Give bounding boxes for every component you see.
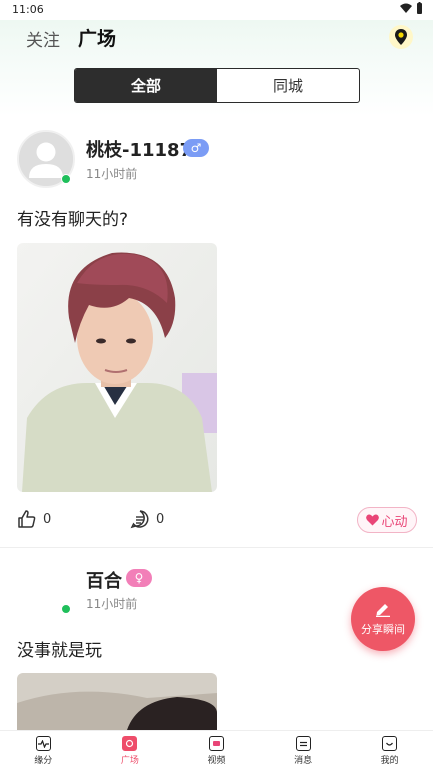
- portrait-photo: [17, 243, 217, 492]
- segment-all[interactable]: 全部: [75, 69, 217, 102]
- share-moment-label: 分享瞬间: [361, 623, 405, 636]
- share-moment-button[interactable]: 分享瞬间: [351, 587, 415, 651]
- like-button[interactable]: 0: [17, 509, 51, 529]
- tab-square[interactable]: 广场: [78, 24, 116, 51]
- square-icon: [122, 736, 138, 751]
- like-count: 0: [43, 511, 52, 527]
- username[interactable]: 百合: [86, 567, 122, 593]
- nav-item-fate[interactable]: 缘分: [0, 731, 87, 771]
- pen-icon: [376, 604, 390, 617]
- post-photo[interactable]: [17, 243, 217, 492]
- status-time: 11:06: [12, 3, 44, 16]
- heart-icon: [366, 514, 380, 526]
- gender-female-badge: ♀: [126, 569, 152, 587]
- pulse-icon: [35, 736, 51, 751]
- message-icon: [295, 736, 311, 751]
- battery-icon: [417, 2, 422, 14]
- bottom-nav: 缘分 广场 视频 消息 我的: [0, 730, 433, 771]
- thumbs-up-icon: [18, 510, 36, 528]
- post-photo[interactable]: [17, 673, 217, 730]
- online-indicator: [61, 174, 71, 184]
- nav-label: 消息: [294, 756, 313, 766]
- location-button[interactable]: [389, 25, 413, 49]
- profile-icon: [382, 736, 398, 751]
- nav-label: 我的: [380, 756, 399, 766]
- feed-filter-segment: 全部 同城: [74, 68, 360, 103]
- post-text: 有没有聊天的?: [17, 210, 129, 230]
- nav-item-messages[interactable]: 消息: [260, 731, 347, 771]
- comment-icon: [130, 510, 149, 529]
- gender-male-badge: ♂: [183, 139, 209, 157]
- nav-item-square[interactable]: 广场: [87, 731, 174, 771]
- online-indicator: [61, 604, 71, 614]
- location-pin-icon: [395, 29, 407, 45]
- nav-label: 缘分: [34, 756, 53, 766]
- tab-follow[interactable]: 关注: [26, 26, 60, 51]
- username[interactable]: 桃枝-11187: [86, 136, 192, 162]
- post-photo-image: [17, 673, 217, 730]
- segment-local[interactable]: 同城: [217, 69, 359, 102]
- nav-item-video[interactable]: 视频: [173, 731, 260, 771]
- nav-label: 视频: [207, 756, 226, 766]
- nav-item-profile[interactable]: 我的: [346, 731, 433, 771]
- post-card: 桃枝-11187 ♂ 11小时前 有没有聊天的? 0 0 心动: [0, 120, 433, 547]
- top-header: 关注 广场 全部 同城: [0, 20, 433, 116]
- post-text: 没事就是玩: [17, 641, 102, 661]
- post-time: 11小时前: [86, 167, 138, 181]
- system-icons: [400, 2, 423, 14]
- status-bar: 11:06: [0, 0, 433, 20]
- comment-button[interactable]: 0: [130, 509, 164, 529]
- heart-button[interactable]: 心动: [357, 507, 417, 533]
- heart-label: 心动: [381, 514, 408, 530]
- video-icon: [208, 736, 224, 751]
- comment-count: 0: [156, 511, 165, 527]
- post-time: 11小时前: [86, 597, 138, 611]
- wifi-icon: [400, 3, 412, 13]
- post-divider: [0, 547, 433, 548]
- nav-label: 广场: [120, 756, 139, 766]
